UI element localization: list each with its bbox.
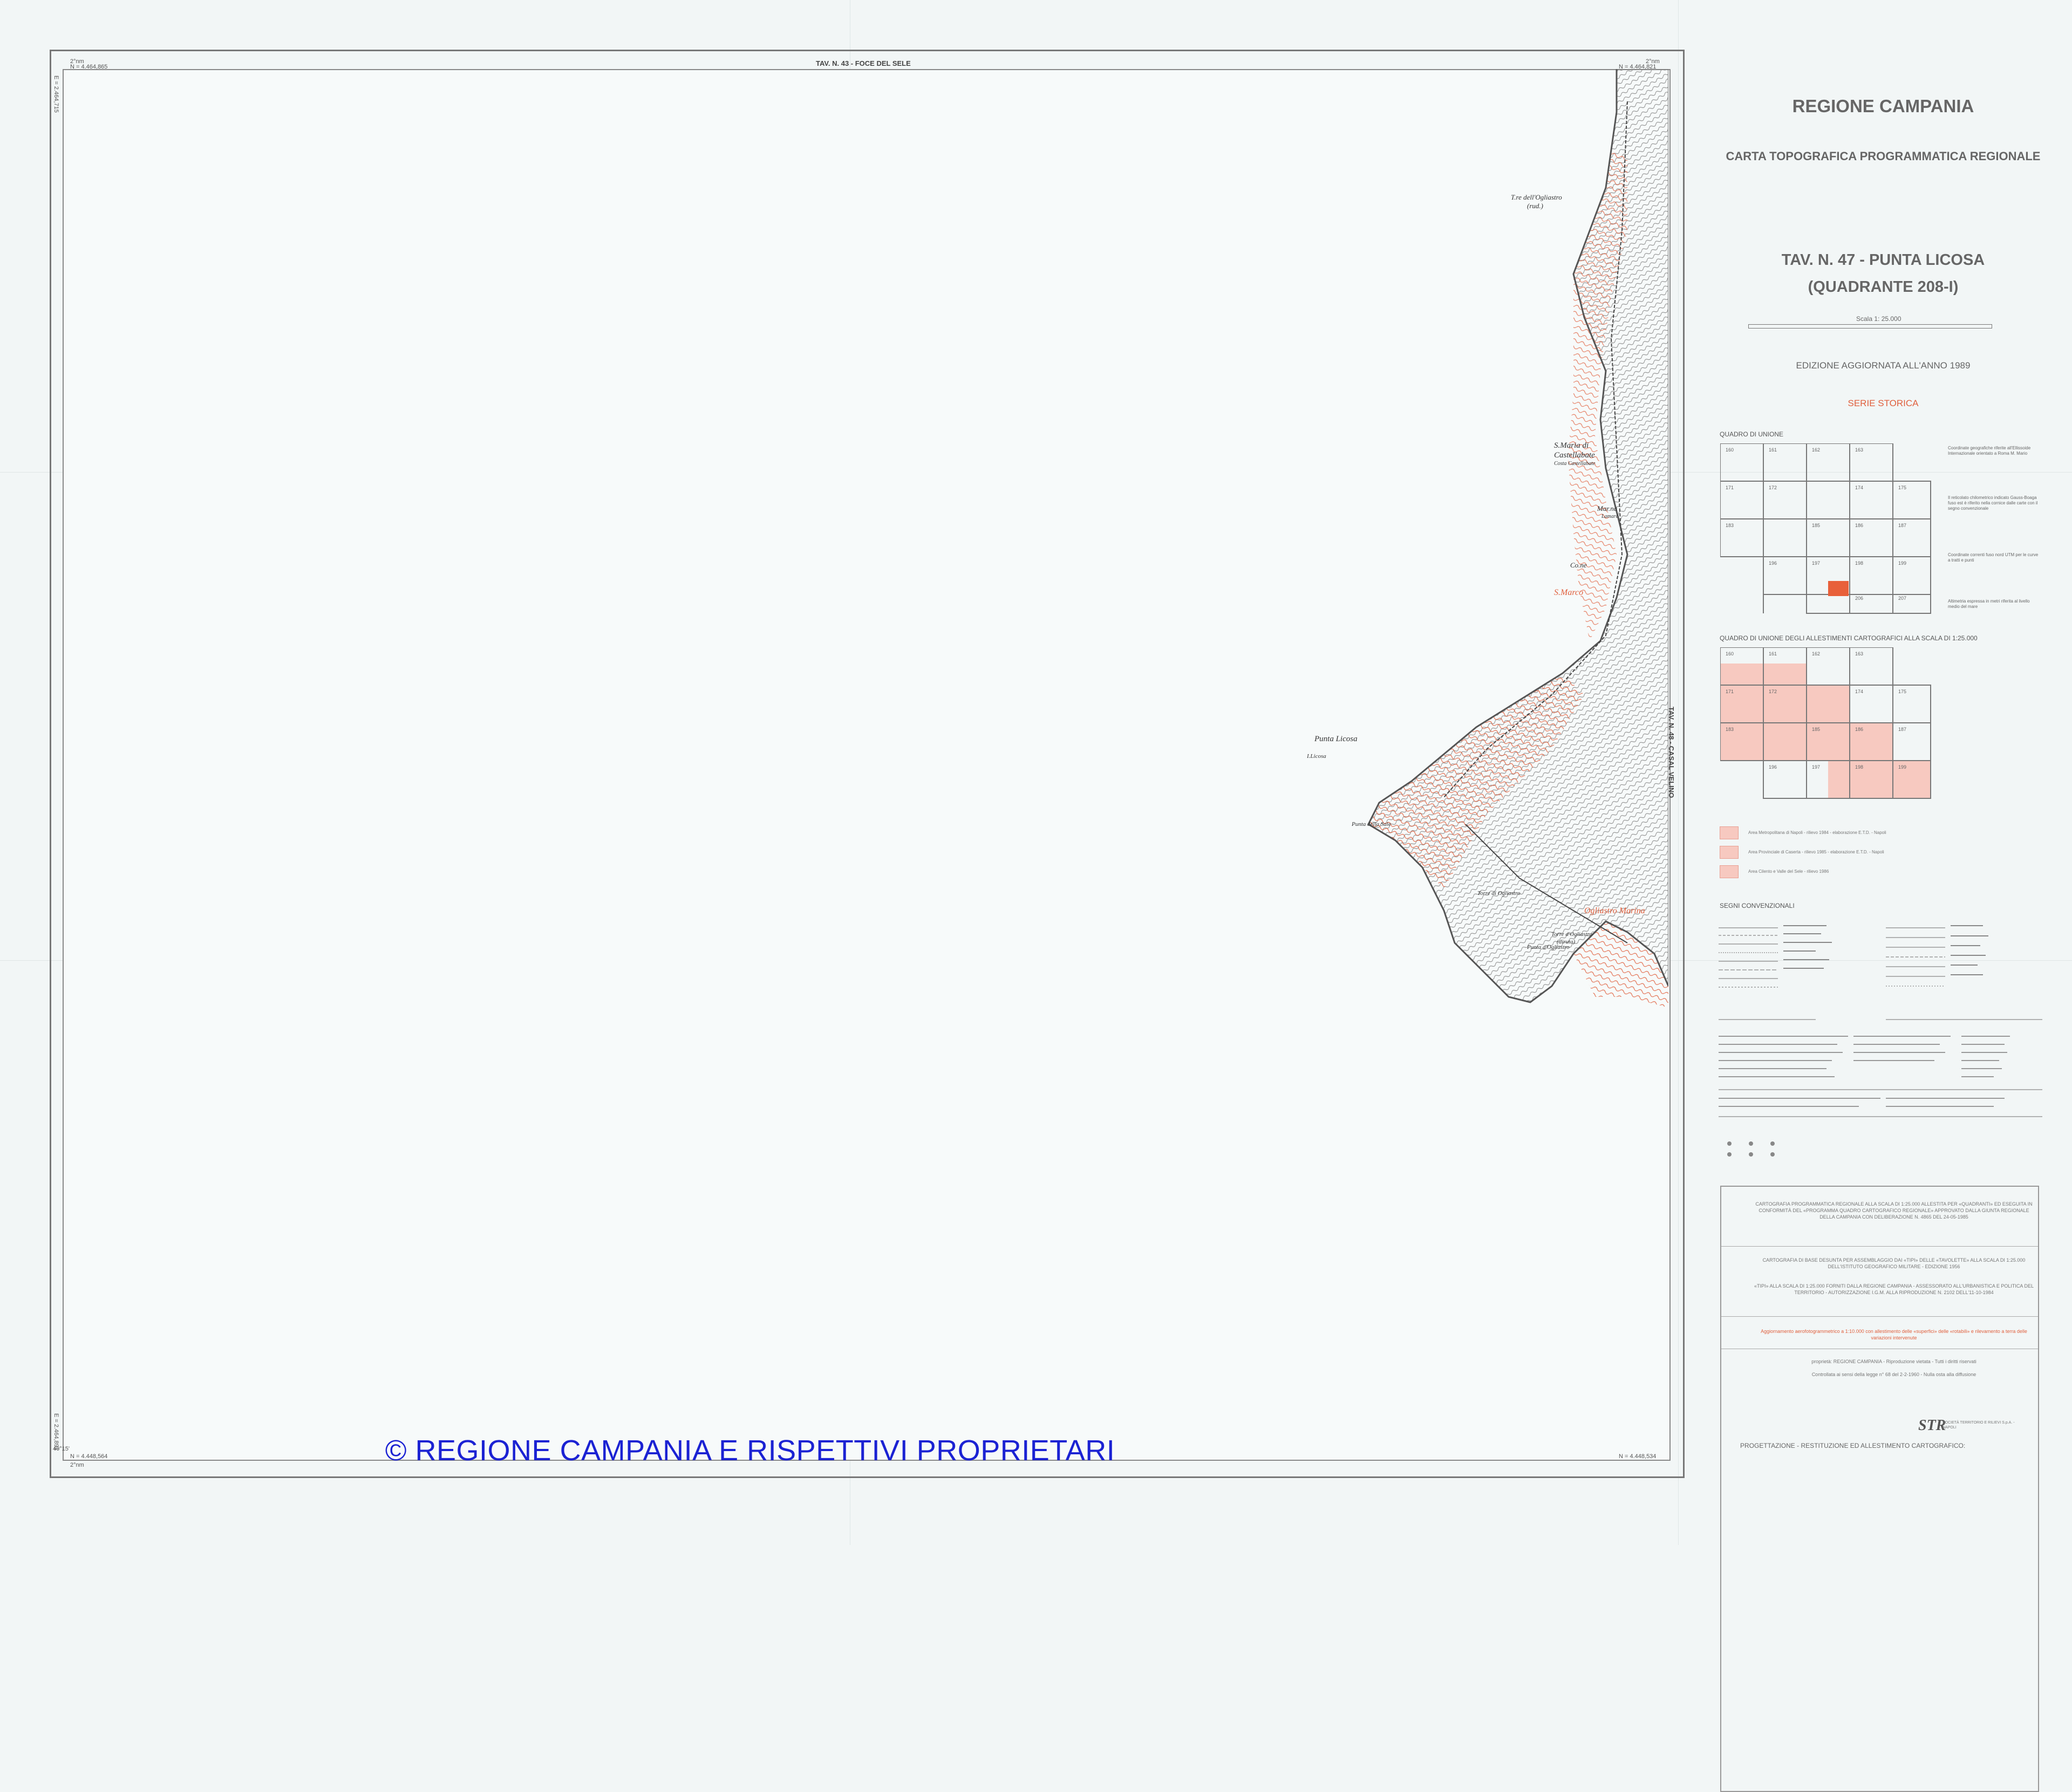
quadro-label: QUADRO DI UNIONE (1720, 430, 1784, 438)
place-label: Punta della Sale (1352, 821, 1391, 827)
note: Coordinate correnti fuso nord UTM per le… (1948, 552, 2039, 563)
note: Altimetria espressa in metri riferita al… (1948, 599, 2030, 609)
map-sheet: TAV. N. 43 - FOCE DEL SELE TAV. N. 48 - … (0, 0, 2072, 1792)
corner-coord: E = 2.464,715 (53, 76, 59, 113)
current-sheet-marker (1828, 581, 1849, 596)
logo-caption: SOCIETÀ TERRITORIO E RILIEVI S.p.A. - NA… (1942, 1421, 2015, 1430)
scale-label: Scala 1: 25.000 (1856, 315, 1901, 323)
credit-text: CARTOGRAFIA PROGRAMMATICA REGIONALE ALLA… (1755, 1201, 2033, 1220)
region-title: REGIONE CAMPANIA (1792, 96, 1974, 116)
place-label: (rud.) (1527, 202, 1543, 210)
credit-divider (1721, 1316, 2038, 1317)
credit-text: proprietà: REGIONE CAMPANIA - Riproduzio… (1811, 1359, 1976, 1364)
svg-text:186: 186 (1855, 727, 1863, 732)
svg-text:183: 183 (1726, 523, 1734, 528)
svg-text:174: 174 (1855, 485, 1863, 490)
svg-text:199: 199 (1898, 560, 1906, 566)
svg-text:162: 162 (1812, 447, 1820, 453)
note: Coordinate geografiche riferite all'Elli… (1948, 446, 2031, 456)
svg-text:163: 163 (1855, 651, 1863, 656)
note: Il reticolato chilometrico indicato Gaus… (1948, 495, 2038, 511)
svg-text:198: 198 (1855, 560, 1863, 566)
place-label: Ogliastro Marina (1584, 906, 1645, 915)
svg-text:171: 171 (1726, 485, 1734, 490)
credit-red-text: Aggiornamento aerofotogrammetrico a 1:10… (1761, 1329, 2027, 1340)
coverage-swatch (1720, 826, 1739, 839)
footer-label: PROGETTAZIONE - RESTITUZIONE ED ALLESTIM… (1740, 1442, 1966, 1449)
sheet-title: TAV. N. 47 - PUNTA LICOSA (1781, 251, 1985, 269)
coverage-swatch-label: Area Cilento e Valle del Sele - rilievo … (1748, 869, 1829, 874)
str-logo: STR (1918, 1417, 1946, 1434)
svg-text:186: 186 (1855, 523, 1863, 528)
svg-text:162: 162 (1812, 651, 1820, 656)
svg-text:185: 185 (1812, 523, 1820, 528)
edition-label: EDIZIONE AGGIORNATA ALL'ANNO 1989 (1796, 360, 1971, 371)
series-label: SERIE STORICA (1848, 398, 1919, 408)
svg-text:196: 196 (1769, 764, 1777, 770)
svg-text:160: 160 (1726, 447, 1734, 453)
svg-text:183: 183 (1726, 727, 1734, 732)
adjacent-sheet-right-label: TAV. N. 48 - CASAL VELINO (1667, 707, 1675, 798)
svg-text:161: 161 (1769, 651, 1777, 656)
coverage-swatch-label: Area Provinciale di Caserta - rilievo 19… (1748, 850, 1884, 854)
place-label: Lamara (1601, 514, 1619, 519)
scale-bar (1748, 324, 1992, 329)
place-label: S.Marco (1554, 588, 1584, 597)
svg-text:187: 187 (1898, 523, 1906, 528)
legend-panel: REGIONE CAMPANIA CARTA TOPOGRAFICA PROGR… (1705, 0, 2061, 1792)
svg-text:174: 174 (1855, 689, 1863, 694)
place-label: Mar.na (1597, 504, 1618, 512)
coverage-swatch-label: Area Metropolitana di Napoli - rilievo 1… (1748, 830, 1886, 835)
sheet-subtitle: (QUADRANTE 208-I) (1808, 278, 1959, 296)
svg-text:196: 196 (1769, 560, 1777, 566)
quadro2-label: QUADRO DI UNIONE DEGLI ALLESTIMENTI CART… (1720, 634, 1978, 642)
svg-text:160: 160 (1726, 651, 1734, 656)
terrain-map (1367, 69, 1668, 1008)
svg-text:185: 185 (1812, 727, 1820, 732)
svg-text:197: 197 (1812, 560, 1820, 566)
place-label: Co.ne (1570, 561, 1587, 569)
adjacent-sheet-top-label: TAV. N. 43 - FOCE DEL SELE (816, 59, 911, 67)
coverage-grid: 160 161 162 163 171 172 174 175 183 185 186 187 1… (1720, 647, 1931, 799)
svg-text:199: 199 (1898, 764, 1906, 770)
svg-text:207: 207 (1898, 596, 1906, 601)
place-label: Punta Licosa (1314, 735, 1358, 743)
svg-text:198: 198 (1855, 764, 1863, 770)
svg-text:206: 206 (1855, 596, 1863, 601)
conventional-signs (1719, 925, 2042, 1157)
coverage-swatch (1720, 846, 1739, 859)
svg-text:171: 171 (1726, 689, 1734, 694)
credit-divider (1721, 1246, 2038, 1247)
credit-text: «TIPI» ALLA SCALA DI 1:25.000 FORNITI DA… (1754, 1283, 2034, 1295)
svg-text:197: 197 (1812, 764, 1820, 770)
coverage-swatch (1720, 865, 1739, 878)
svg-text:172: 172 (1769, 485, 1777, 490)
place-label: Castellabate (1554, 451, 1595, 460)
place-label: I.Licosa (1307, 753, 1326, 760)
svg-text:172: 172 (1769, 689, 1777, 694)
map-subtitle: CARTA TOPOGRAFICA PROGRAMMATICA REGIONAL… (1726, 149, 2041, 163)
place-label: Costa Castellabate (1554, 461, 1596, 467)
place-label: Torre di Ogliastro (1477, 890, 1521, 897)
credit-text: CARTOGRAFIA DI BASE DESUNTA PER ASSEMBLA… (1762, 1257, 2026, 1269)
place-label: Punta d'Ogliastro (1527, 944, 1570, 950)
index-grid: 160 161 162 163 171 172 174 175 183 185 186 187 1… (1720, 443, 1931, 614)
svg-text:187: 187 (1898, 727, 1906, 732)
place-label: Torre d'Ogliastro (1551, 931, 1593, 938)
credits-box: CARTOGRAFIA PROGRAMMATICA REGIONALE ALLA… (1720, 1186, 2039, 1792)
svg-text:175: 175 (1898, 689, 1906, 694)
copyright-watermark: © REGIONE CAMPANIA E RISPETTIVI PROPRIET… (385, 1434, 1115, 1467)
place-label: S.Maria di (1554, 441, 1589, 450)
credit-text: Controllata ai sensi della legge n° 68 d… (1811, 1372, 1976, 1377)
svg-text:161: 161 (1769, 447, 1777, 453)
svg-text:175: 175 (1898, 485, 1906, 490)
signs-label: SEGNI CONVENZIONALI (1720, 902, 1795, 909)
place-label: T.re dell'Ogliastro (1511, 193, 1562, 201)
svg-text:163: 163 (1855, 447, 1863, 453)
